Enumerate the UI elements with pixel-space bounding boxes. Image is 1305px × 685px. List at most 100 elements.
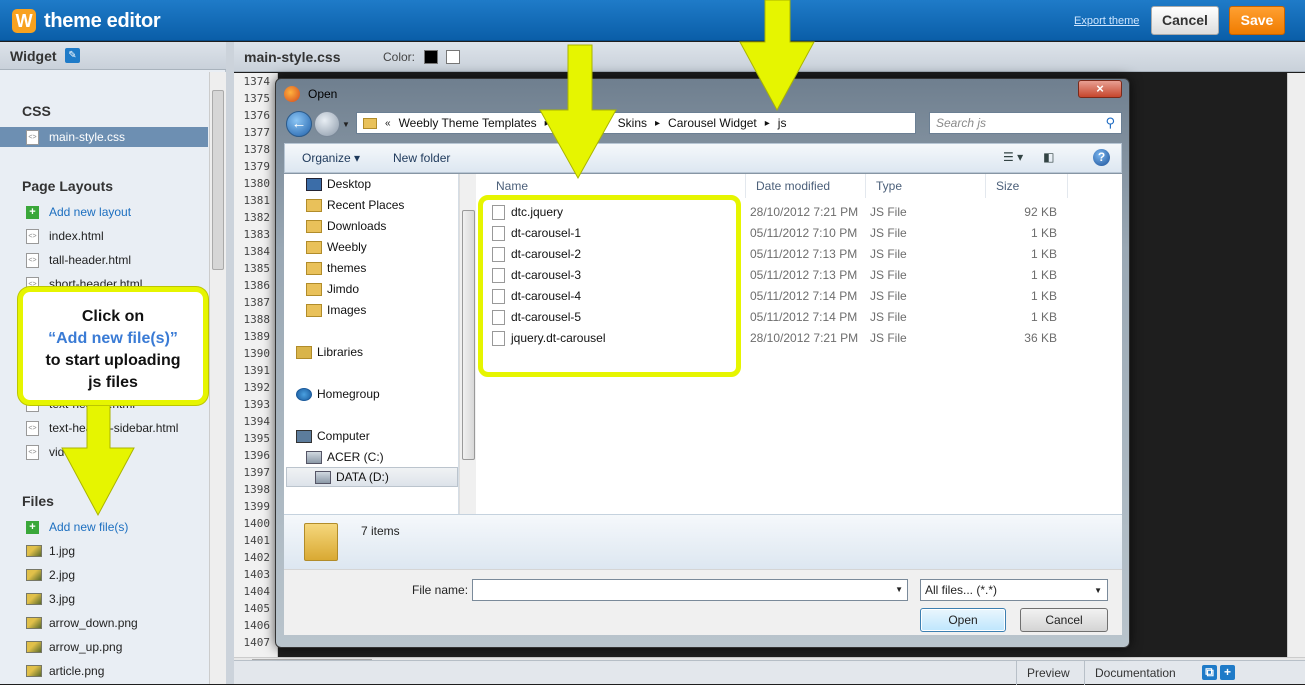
nav-item-acer-c[interactable]: ACER (C:)	[306, 447, 384, 467]
nav-item-computer[interactable]: Computer	[296, 426, 370, 446]
nav-item-themes[interactable]: themes	[306, 258, 366, 278]
breadcrumb-skins[interactable]: Skins	[618, 116, 647, 130]
sidebar-item-label: Add new layout	[49, 205, 132, 219]
folder-icon	[306, 303, 322, 317]
column-header-type[interactable]: Type	[868, 174, 986, 198]
file-date: 28/10/2012 7:21 PM	[750, 331, 859, 345]
sidebar-item-arrow-down-png[interactable]: arrow_down.png	[26, 613, 138, 633]
nav-pane-scrollbar[interactable]	[459, 174, 476, 514]
drive-icon	[315, 470, 331, 484]
line-number: 1378	[243, 143, 271, 156]
forward-arrow-icon[interactable]	[314, 111, 340, 137]
column-header-date[interactable]: Date modified	[748, 174, 866, 198]
add-new-files-link[interactable]: + Add new file(s)	[26, 517, 128, 537]
nav-item-images[interactable]: Images	[306, 300, 366, 320]
dialog-close-button[interactable]: ×	[1078, 80, 1122, 98]
address-bar[interactable]: « Weebly Theme Templates ▸ Skins ▸ Carou…	[356, 112, 983, 134]
image-file-icon	[26, 641, 42, 653]
recent-locations-dropdown-icon[interactable]: ▼	[342, 120, 350, 129]
file-size: 1 KB	[1030, 289, 1057, 303]
edit-pencil-icon[interactable]: ✎	[65, 48, 80, 63]
nav-item-data-d[interactable]: DATA (D:)	[286, 467, 458, 487]
sidebar-item-video-html[interactable]: <> video.html	[26, 442, 104, 462]
view-options-icon[interactable]: ☰ ▾ ◧	[1003, 150, 1054, 164]
file-size: 1 KB	[1030, 310, 1057, 324]
dialog-cancel-button[interactable]: Cancel	[1020, 608, 1108, 632]
chevron-down-icon[interactable]: ▼	[895, 585, 903, 594]
sidebar-item-2-jpg[interactable]: 2.jpg	[26, 565, 75, 585]
scrollbar-thumb[interactable]	[212, 90, 224, 270]
line-number: 1406	[243, 619, 271, 632]
documentation-button[interactable]: Documentation	[1084, 661, 1186, 685]
nav-item-recent-places[interactable]: Recent Places	[306, 195, 404, 215]
css-section-title: CSS	[22, 103, 51, 119]
new-folder-button[interactable]: New folder	[393, 151, 450, 165]
chevron-down-icon[interactable]: ▼	[1094, 586, 1102, 595]
breadcrumb-carousel-widget[interactable]: Carousel Widget	[668, 116, 757, 130]
line-number: 1384	[243, 245, 271, 258]
back-arrow-icon[interactable]: ←	[286, 111, 312, 137]
file-date: 05/11/2012 7:13 PM	[750, 268, 858, 282]
sidebar-item-index-html[interactable]: <> index.html	[26, 226, 104, 246]
breadcrumb-separator-icon[interactable]: ▸	[765, 118, 770, 129]
nav-item-homegroup[interactable]: Homegroup	[296, 384, 380, 404]
folder-icon	[306, 282, 322, 296]
add-icon[interactable]: +	[1220, 665, 1235, 680]
nav-item-desktop[interactable]: Desktop	[306, 174, 371, 194]
save-button[interactable]: Save	[1229, 6, 1285, 35]
file-type: JS File	[870, 247, 907, 261]
nav-item-label: Computer	[317, 429, 370, 443]
sidebar-item-text-header-sidebar-html[interactable]: <> text-header-sidebar.html	[26, 418, 178, 438]
breadcrumb-overflow[interactable]: «	[385, 118, 391, 129]
sidebar-item-1-jpg[interactable]: 1.jpg	[26, 541, 75, 561]
export-theme-link[interactable]: Export theme	[1074, 15, 1139, 27]
sidebar-scrollbar[interactable]	[209, 72, 226, 684]
search-icon[interactable]: ⚲	[1105, 115, 1115, 131]
nav-item-label: themes	[327, 261, 367, 275]
column-header-size[interactable]: Size	[988, 174, 1068, 198]
scrollbar-thumb[interactable]	[462, 210, 475, 460]
sidebar-item-main-style-css[interactable]: <> main-style.css	[0, 127, 208, 147]
search-input[interactable]: Search js ⚲	[929, 112, 1122, 134]
nav-item-jimdo[interactable]: Jimdo	[306, 279, 359, 299]
open-button[interactable]: Open	[920, 608, 1006, 632]
dialog-navigation-pane: Desktop Recent Places Downloads Weebly t…	[284, 174, 459, 514]
color-swatch-black[interactable]	[424, 50, 438, 64]
sidebar-item-label: arrow_up.png	[49, 640, 123, 654]
breadcrumb-separator-icon[interactable]: ▸	[545, 118, 550, 129]
sidebar-item-article-png[interactable]: article.png	[26, 661, 104, 681]
sidebar-item-arrow-up-png[interactable]: arrow_up.png	[26, 637, 122, 657]
file-type-select[interactable]: All files... (*.*) ▼	[920, 579, 1108, 601]
cancel-button[interactable]: Cancel	[1151, 6, 1219, 35]
add-new-layout-link[interactable]: + Add new layout	[26, 202, 131, 222]
nav-item-label: Jimdo	[327, 282, 360, 296]
sidebar-item-3-jpg[interactable]: 3.jpg	[26, 589, 75, 609]
sidebar-item-label: tall-header.html	[49, 253, 132, 267]
help-icon[interactable]: ?	[1093, 149, 1110, 166]
html-file-icon: <>	[26, 252, 39, 268]
expand-icon[interactable]: ⧉	[1202, 665, 1217, 680]
file-size: 1 KB	[1030, 247, 1057, 261]
nav-item-weebly[interactable]: Weebly	[306, 237, 367, 257]
organize-menu[interactable]: Organize ▾	[302, 151, 360, 165]
sidebar-item-label: article.png	[49, 664, 105, 678]
preview-button[interactable]: Preview	[1016, 661, 1080, 685]
file-name-input[interactable]: ▼	[472, 579, 908, 601]
sidebar-collapse-handle[interactable]	[226, 42, 234, 684]
sidebar-item-label: Add new file(s)	[49, 520, 129, 534]
line-number: 1389	[243, 330, 271, 343]
file-size: 1 KB	[1030, 226, 1057, 240]
line-number: 1394	[243, 415, 271, 428]
breadcrumb-separator-icon[interactable]: ▸	[655, 118, 660, 129]
editor-scrollbar[interactable]	[1287, 73, 1305, 657]
callout-line-1: Click on	[81, 308, 145, 325]
library-icon	[296, 345, 312, 359]
nav-item-libraries[interactable]: Libraries	[296, 342, 363, 362]
color-swatch-white[interactable]	[446, 50, 460, 64]
file-type: JS File	[870, 331, 907, 345]
breadcrumb-js[interactable]: js	[778, 116, 787, 130]
sidebar-item-tall-header-html[interactable]: <> tall-header.html	[26, 250, 131, 270]
file-date: 05/11/2012 7:10 PM	[750, 226, 858, 240]
breadcrumb-weebly-theme-templates[interactable]: Weebly Theme Templates	[399, 116, 537, 130]
nav-item-downloads[interactable]: Downloads	[306, 216, 386, 236]
